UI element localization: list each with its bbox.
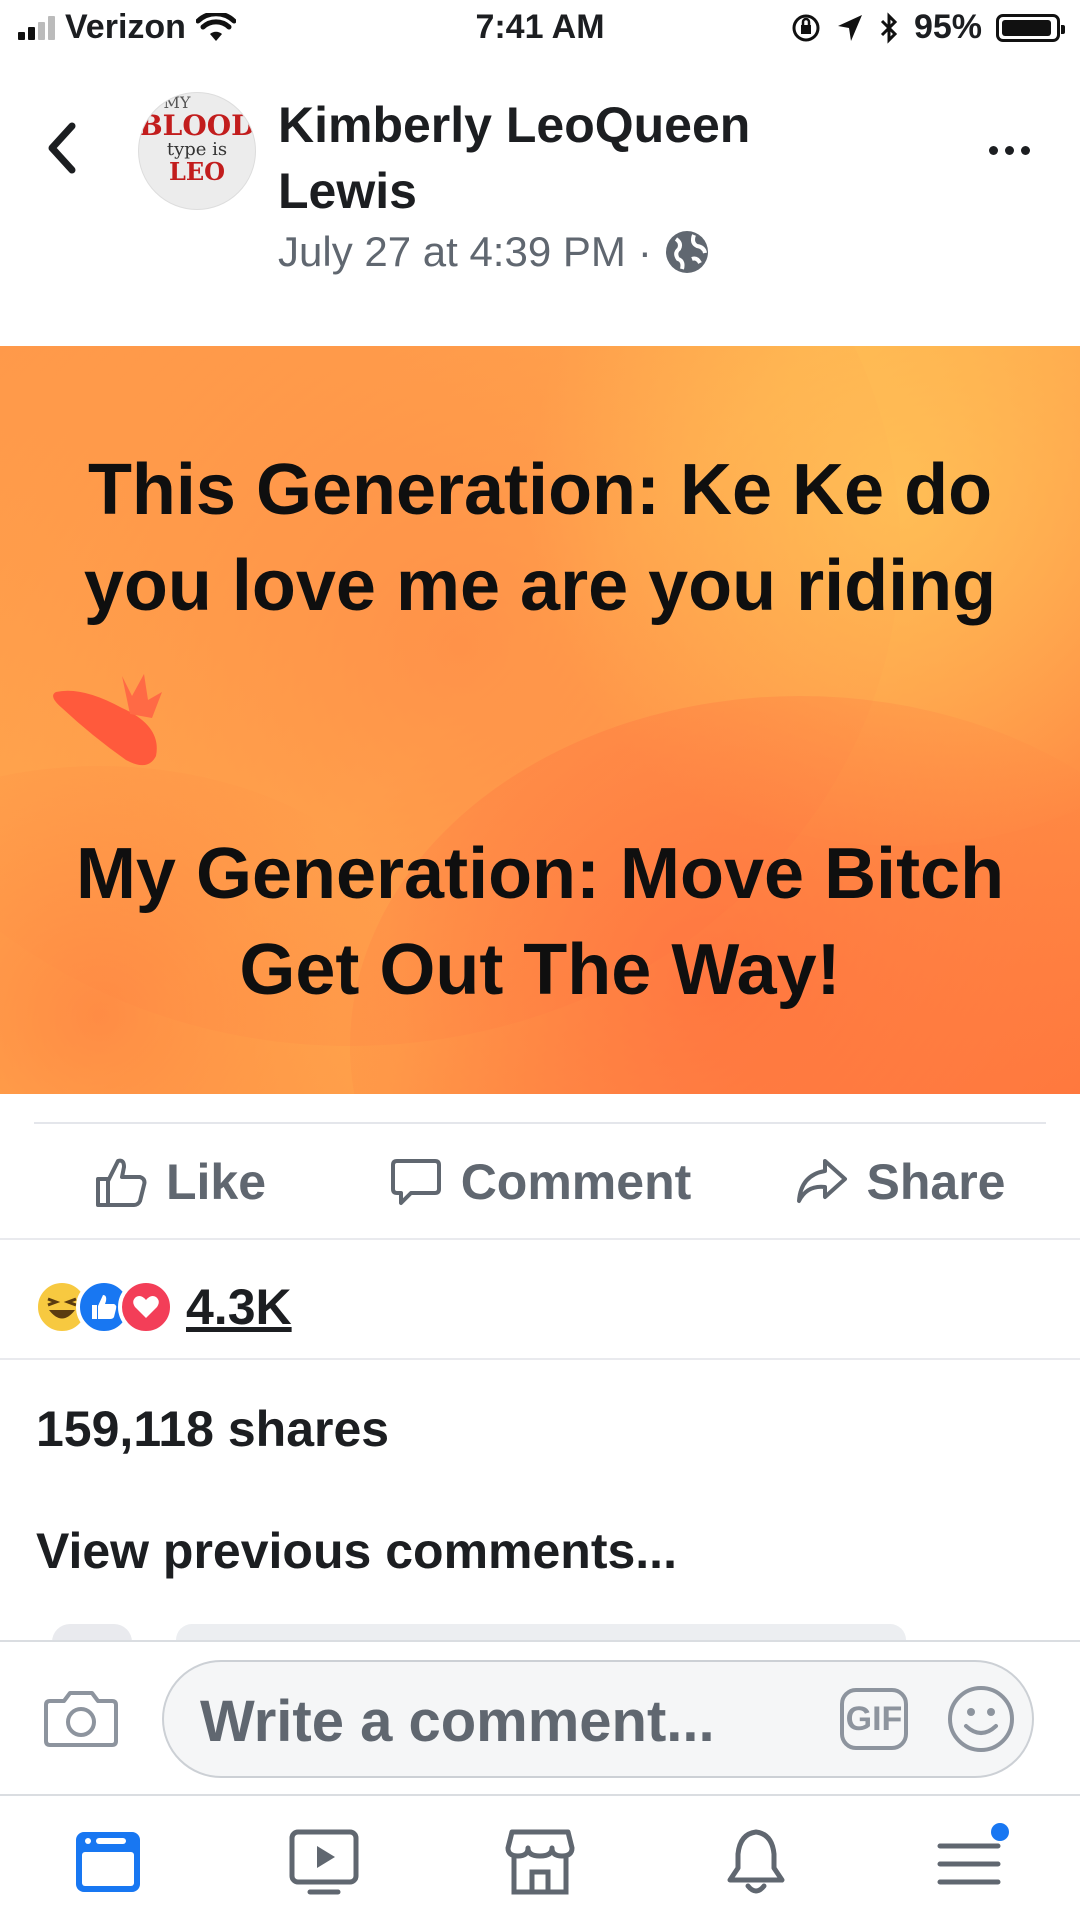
like-label: Like: [165, 1154, 267, 1210]
orientation-lock-icon: [792, 14, 820, 41]
nav-watch[interactable]: [284, 1822, 364, 1902]
camera-icon[interactable]: [44, 1687, 118, 1749]
thumbs-up-icon: [95, 1158, 147, 1207]
notifications-icon: [727, 1829, 785, 1894]
status-bar: Verizon 7:41 AM 95%: [0, 0, 1080, 60]
love-icon: [118, 1279, 174, 1335]
globe-icon: [665, 231, 708, 273]
share-label: Share: [866, 1154, 1006, 1210]
decorative-shape-icon: [53, 674, 162, 766]
news-feed-icon: [76, 1832, 140, 1892]
reactions-summary[interactable]: 4.3K: [34, 1278, 292, 1336]
comment-icon: [390, 1159, 441, 1205]
bottom-navigation: [0, 1794, 1080, 1922]
back-chevron-icon[interactable]: [42, 118, 82, 178]
share-count[interactable]: 159,118 shares: [36, 1400, 389, 1458]
bluetooth-icon: [880, 11, 898, 44]
avatar-text-2: BLOOD: [139, 109, 256, 142]
comment-bubble-partial: [176, 1624, 906, 1640]
nav-menu[interactable]: [932, 1822, 1012, 1902]
post-timestamp[interactable]: July 27 at 4:39 PM: [278, 228, 626, 276]
more-options-icon[interactable]: [989, 146, 1030, 155]
post-text-2: My Generation: Move Bitch Get Out The Wa…: [75, 834, 1005, 1010]
share-icon: [796, 1159, 847, 1203]
nav-notifications[interactable]: [716, 1822, 796, 1902]
nav-marketplace[interactable]: [500, 1822, 580, 1902]
emoji-icon[interactable]: [946, 1684, 1016, 1754]
author-name[interactable]: Kimberly LeoQueen Lewis: [278, 92, 838, 224]
watch-icon: [289, 1829, 359, 1895]
battery-icon: [996, 13, 1065, 42]
post-image[interactable]: This Generation: Ke Ke do you love me ar…: [0, 346, 1080, 1094]
share-button[interactable]: Share: [720, 1153, 1080, 1211]
marketplace-icon: [505, 1829, 575, 1895]
view-previous-comments-link[interactable]: View previous comments...: [36, 1522, 677, 1580]
post-meta: July 27 at 4:39 PM ·: [278, 228, 710, 276]
avatar[interactable]: MY BLOOD type is LEO: [138, 92, 256, 210]
menu-icon: [937, 1823, 1009, 1885]
location-icon: [837, 14, 862, 41]
reaction-count[interactable]: 4.3K: [186, 1278, 292, 1336]
action-bar: Like Comment Share: [0, 1124, 1080, 1240]
like-button[interactable]: Like: [0, 1153, 360, 1211]
nav-news-feed[interactable]: [68, 1822, 148, 1902]
divider: [0, 1238, 1080, 1240]
comment-input-wrapper: GIF: [162, 1660, 1034, 1778]
comment-composer: GIF: [0, 1640, 1080, 1794]
status-right: 95%: [790, 8, 1065, 47]
avatar-text-4: LEO: [168, 157, 226, 186]
divider: [0, 1358, 1080, 1360]
meta-separator: ·: [637, 228, 652, 275]
comment-button[interactable]: Comment: [360, 1153, 720, 1211]
gif-button[interactable]: GIF: [840, 1688, 908, 1750]
post-text-1: This Generation: Ke Ke do you love me ar…: [83, 450, 997, 626]
comment-input[interactable]: [198, 1682, 762, 1760]
comment-label: Comment: [460, 1154, 692, 1210]
battery-percent: 95%: [913, 8, 982, 46]
